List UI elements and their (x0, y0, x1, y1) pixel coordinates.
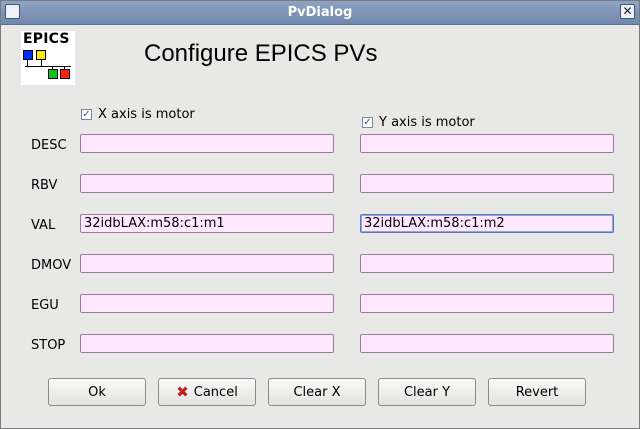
logo-red-square (60, 69, 70, 79)
stop-label: STOP (31, 338, 66, 353)
val-y-field[interactable]: 32idbLAX:m58:c1:m2 (360, 214, 614, 233)
x-axis-motor-checkbox[interactable]: ✓ X axis is motor (81, 107, 195, 122)
y-axis-motor-checkbox[interactable]: ✓ Y axis is motor (362, 115, 475, 130)
clear-x-button-label: Clear X (293, 384, 341, 400)
ok-button[interactable]: Ok (48, 378, 146, 406)
revert-button[interactable]: Revert (488, 378, 586, 406)
val-label: VAL (31, 218, 56, 233)
rbv-y-field[interactable] (360, 174, 614, 193)
logo-yellow-square (36, 50, 46, 60)
clear-x-button[interactable]: Clear X (268, 378, 366, 406)
dmov-y-field[interactable] (360, 254, 614, 273)
clear-y-button[interactable]: Clear Y (378, 378, 476, 406)
logo-blue-square (23, 50, 33, 60)
logo-green-square (48, 69, 58, 79)
page-title: Configure EPICS PVs (144, 40, 378, 67)
stop-y-field[interactable] (360, 334, 614, 353)
clear-y-button-label: Clear Y (403, 384, 451, 400)
rbv-label: RBV (31, 178, 58, 193)
cancel-button-label: Cancel (193, 384, 238, 400)
window-title: PvDialog (287, 5, 353, 20)
close-icon[interactable]: ✕ (620, 4, 635, 19)
desc-label: DESC (31, 138, 67, 153)
x-axis-check-icon[interactable]: ✓ (81, 109, 92, 120)
dmov-x-field[interactable] (80, 254, 334, 273)
egu-label: EGU (31, 298, 59, 313)
ok-button-label: Ok (88, 384, 106, 400)
desc-x-field[interactable] (80, 134, 334, 153)
rbv-x-field[interactable] (80, 174, 334, 193)
title-bar[interactable]: PvDialog ✕ (1, 1, 639, 25)
egu-x-field[interactable] (80, 294, 334, 313)
x-axis-motor-label: X axis is motor (98, 107, 195, 122)
desc-y-field[interactable] (360, 134, 614, 153)
y-axis-check-icon[interactable]: ✓ (362, 117, 373, 128)
pv-dialog-window: PvDialog ✕ EPICS Configure EPICS PVs ✓ X… (0, 0, 640, 429)
cancel-button[interactable]: ✖ Cancel (158, 378, 256, 406)
logo-text: EPICS (23, 31, 70, 47)
cancel-icon: ✖ (176, 383, 189, 401)
epics-logo: EPICS (21, 31, 75, 85)
y-axis-motor-label: Y axis is motor (379, 115, 475, 130)
egu-y-field[interactable] (360, 294, 614, 313)
revert-button-label: Revert (515, 384, 559, 400)
val-x-field[interactable]: 32idbLAX:m58:c1:m1 (80, 214, 334, 233)
dmov-label: DMOV (31, 258, 72, 273)
stop-x-field[interactable] (80, 334, 334, 353)
